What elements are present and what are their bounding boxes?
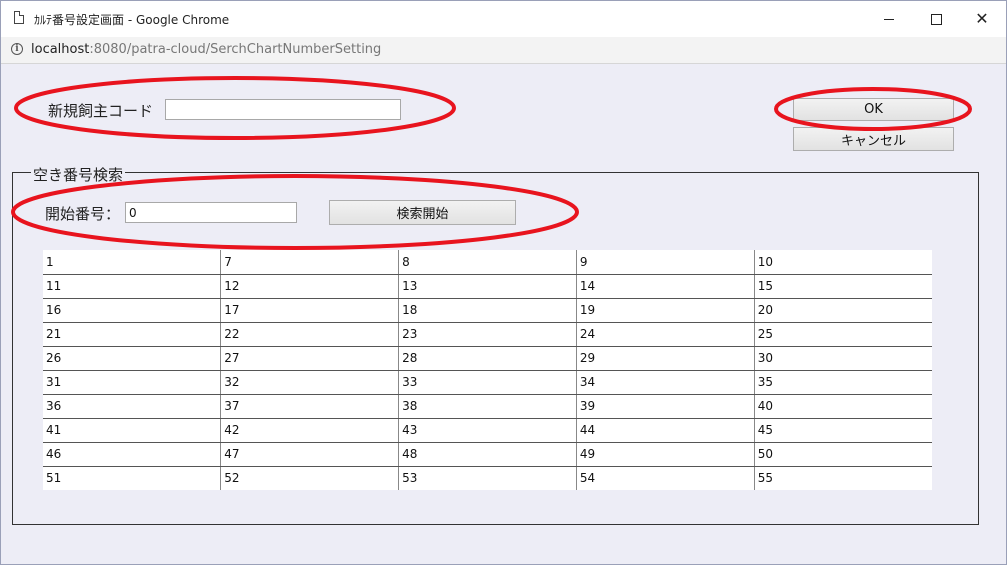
minimize-button[interactable]	[866, 1, 912, 37]
new-owner-code-input[interactable]	[165, 99, 401, 120]
info-icon[interactable]: i	[11, 43, 23, 55]
table-cell[interactable]: 18	[398, 298, 577, 323]
table-cell[interactable]: 31	[43, 370, 222, 395]
table-cell[interactable]: 40	[754, 394, 932, 419]
vacant-number-table: 1 7 8 9 10 11 12 13 14 15 16 17 18 19 20 21 22 23 24 25 26 27…	[43, 250, 932, 490]
table-cell[interactable]: 30	[754, 346, 932, 371]
window-title: ｶﾙﾃ番号設定画面 - Google Chrome	[34, 13, 230, 27]
table-cell[interactable]: 10	[754, 250, 932, 275]
table-cell[interactable]: 19	[576, 298, 755, 323]
table-cell[interactable]: 48	[398, 442, 577, 467]
table-cell[interactable]: 23	[398, 322, 577, 347]
maximize-button[interactable]	[913, 1, 959, 37]
table-row: 41 42 43 44 45	[43, 418, 932, 443]
close-button[interactable]: ✕	[959, 1, 1005, 37]
table-row: 21 22 23 24 25	[43, 322, 932, 347]
search-start-button[interactable]: 検索開始	[329, 200, 516, 225]
browser-window: ｶﾙﾃ番号設定画面 - Google Chrome ✕ i localhost:…	[0, 0, 1007, 565]
table-cell[interactable]: 37	[220, 394, 400, 419]
table-cell[interactable]: 8	[398, 250, 577, 275]
table-row: 11 12 13 14 15	[43, 274, 932, 299]
table-cell[interactable]: 15	[754, 274, 932, 299]
table-row: 16 17 18 19 20	[43, 298, 932, 323]
title-bar: ｶﾙﾃ番号設定画面 - Google Chrome ✕	[1, 1, 1006, 37]
table-cell[interactable]: 53	[398, 466, 577, 490]
table-cell[interactable]: 25	[754, 322, 932, 347]
table-cell[interactable]: 55	[754, 466, 932, 490]
table-cell[interactable]: 49	[576, 442, 755, 467]
table-cell[interactable]: 16	[43, 298, 222, 323]
address-bar[interactable]: i localhost:8080/patra-cloud/SerchChartN…	[1, 37, 1006, 64]
vacant-number-table-body: 1 7 8 9 10 11 12 13 14 15 16 17 18 19 20 21 22 23 24 25 26 27…	[43, 250, 932, 490]
table-cell[interactable]: 28	[398, 346, 577, 371]
table-row: 1 7 8 9 10	[43, 250, 932, 275]
start-number-input[interactable]	[125, 202, 297, 223]
page-content: 新規飼主コード OK キャンセル 空き番号検索 開始番号： 検索開始 17891…	[1, 64, 1006, 564]
table-cell[interactable]: 24	[576, 322, 755, 347]
table-cell[interactable]: 14	[576, 274, 755, 299]
url-text[interactable]: localhost:8080/patra-cloud/SerchChartNum…	[31, 42, 381, 57]
page-icon	[14, 11, 24, 24]
table-cell[interactable]: 7	[220, 250, 400, 275]
table-cell[interactable]: 38	[398, 394, 577, 419]
table-cell[interactable]: 41	[43, 418, 222, 443]
table-cell[interactable]: 39	[576, 394, 755, 419]
table-cell[interactable]: 20	[754, 298, 932, 323]
table-cell[interactable]: 29	[576, 346, 755, 371]
table-row: 51 52 53 54 55	[43, 466, 932, 490]
table-row: 31 32 33 34 35	[43, 370, 932, 395]
start-number-label: 開始番号：	[45, 205, 121, 223]
table-cell[interactable]: 13	[398, 274, 577, 299]
table-cell[interactable]: 36	[43, 394, 222, 419]
table-cell[interactable]: 11	[43, 274, 222, 299]
table-cell[interactable]: 9	[576, 250, 755, 275]
table-cell[interactable]: 54	[576, 466, 755, 490]
table-row: 36 37 38 39 40	[43, 394, 932, 419]
table-row: 26 27 28 29 30	[43, 346, 932, 371]
url-host: localhost	[31, 42, 90, 57]
new-owner-code-label: 新規飼主コード	[48, 102, 154, 120]
url-path: :8080/patra-cloud/SerchChartNumberSettin…	[89, 42, 382, 57]
table-cell[interactable]: 46	[43, 442, 222, 467]
table-cell[interactable]: 22	[220, 322, 400, 347]
vacant-number-search-title: 空き番号検索	[31, 164, 126, 185]
table-cell[interactable]: 50	[754, 442, 932, 467]
table-cell[interactable]: 12	[220, 274, 400, 299]
table-cell[interactable]: 32	[220, 370, 400, 395]
table-cell[interactable]: 33	[398, 370, 577, 395]
table-cell[interactable]: 26	[43, 346, 222, 371]
table-cell[interactable]: 44	[576, 418, 755, 443]
table-cell[interactable]: 27	[220, 346, 400, 371]
table-cell[interactable]: 42	[220, 418, 400, 443]
table-cell[interactable]: 34	[576, 370, 755, 395]
close-icon: ✕	[975, 9, 989, 28]
table-cell[interactable]: 43	[398, 418, 577, 443]
table-cell[interactable]: 35	[754, 370, 932, 395]
minimize-icon	[884, 18, 894, 20]
table-row: 46 47 48 49 50	[43, 442, 932, 467]
cancel-button[interactable]: キャンセル	[793, 127, 954, 151]
table-cell[interactable]: 51	[43, 466, 222, 490]
table-cell[interactable]: 47	[220, 442, 400, 467]
ok-button[interactable]: OK	[793, 98, 954, 121]
table-cell[interactable]: 21	[43, 322, 222, 347]
maximize-icon	[930, 13, 942, 25]
table-cell[interactable]: 17	[220, 298, 400, 323]
table-cell[interactable]: 52	[220, 466, 400, 490]
table-cell[interactable]: 45	[754, 418, 932, 443]
table-cell[interactable]: 1	[43, 250, 222, 275]
